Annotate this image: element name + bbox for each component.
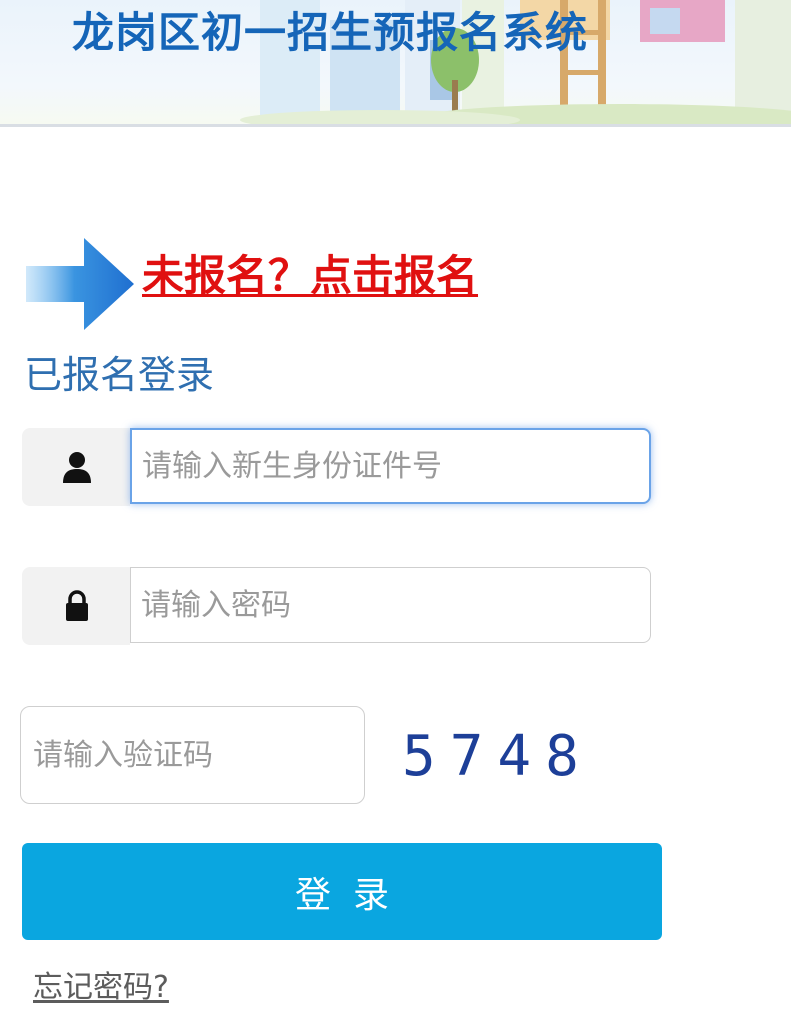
user-icon: [63, 452, 91, 483]
register-link[interactable]: 未报名？点击报名: [142, 248, 478, 304]
arrow-right-icon: [26, 238, 134, 330]
password-input[interactable]: [130, 567, 651, 643]
id-input-group: [22, 428, 653, 506]
id-number-input[interactable]: [130, 428, 651, 504]
header-banner: 龙岗区初一招生预报名系统: [0, 0, 791, 127]
forgot-password-link[interactable]: 忘记密码?: [33, 968, 169, 1008]
password-input-group: [22, 567, 653, 645]
id-addon: [22, 428, 130, 506]
captcha-image[interactable]: 5748: [402, 722, 593, 792]
password-addon: [22, 567, 130, 645]
lock-icon: [66, 590, 88, 621]
login-button[interactable]: 登录: [22, 843, 662, 940]
page-title: 龙岗区初一招生预报名系统: [72, 8, 589, 57]
captcha-input[interactable]: [20, 706, 365, 804]
login-page: 龙岗区初一招生预报名系统 未报名？点击报名 已报名登录 请输入新生身份证件号 请…: [0, 0, 791, 1011]
login-subtitle: 已报名登录: [24, 353, 215, 397]
